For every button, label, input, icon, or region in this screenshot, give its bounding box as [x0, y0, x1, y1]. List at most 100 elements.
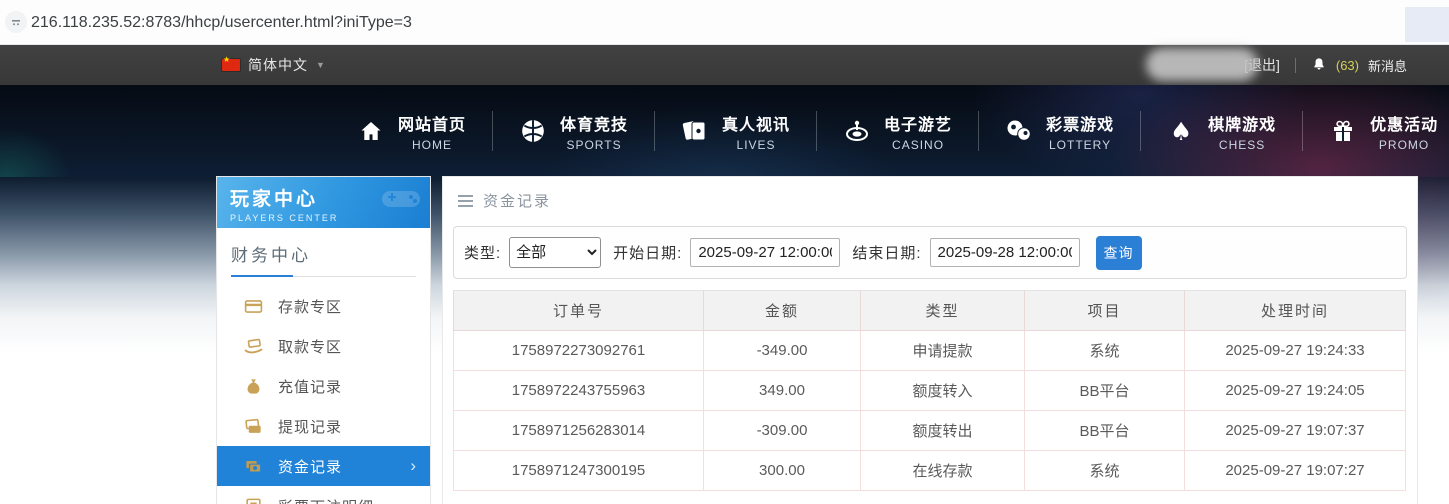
records-table-wrap: 订单号 金额 类型 项目 处理时间 1758972273092761 -349.…: [453, 290, 1407, 491]
browser-toolbar-corner: [1405, 7, 1449, 42]
sidebar-item-lottery-bet-detail[interactable]: 彩票下注明细: [217, 486, 430, 504]
type-label: 类型:: [464, 242, 501, 263]
sidebar-item-label: 取款专区: [278, 336, 342, 357]
cell-amount: 300.00: [704, 451, 861, 491]
sidebar-item-label: 充值记录: [278, 376, 342, 397]
nav-item-promo[interactable]: 优惠活动 PROMO: [1302, 111, 1449, 152]
sidebar-item-label: 存款专区: [278, 296, 342, 317]
chevron-right-icon: ›: [410, 456, 417, 476]
nav-item-lives[interactable]: 真人视讯 LIVES: [654, 111, 816, 152]
type-select[interactable]: 全部: [509, 237, 601, 268]
deposit-card-icon: [244, 297, 263, 316]
withdraw-hand-icon: [244, 337, 263, 356]
nav-label-en: HOME: [398, 138, 466, 152]
nav-item-chess[interactable]: ♠ 棋牌游戏 CHESS: [1140, 111, 1302, 152]
table-row: 1758972243755963 349.00 额度转入 BB平台 2025-0…: [454, 371, 1406, 411]
cell-order-no: 1758972273092761: [454, 331, 704, 371]
main-header: 资金记录: [443, 177, 1417, 224]
nav-item-home[interactable]: 网站首页 HOME: [330, 111, 492, 152]
cell-type: 额度转出: [861, 411, 1025, 451]
money-bag-icon: [244, 377, 263, 396]
sidebar-item-withdraw-zone[interactable]: 取款专区: [217, 326, 430, 366]
utility-bar-right: [退出] (63) 新消息: [1244, 55, 1407, 75]
nav-item-lottery[interactable]: 彩票游戏 LOTTERY: [978, 111, 1140, 152]
cell-amount: 349.00: [704, 371, 861, 411]
home-icon: [356, 117, 386, 145]
nav-label-zh: 棋牌游戏: [1208, 111, 1276, 135]
spade-icon: ♠: [1166, 117, 1196, 145]
section-underline: [231, 276, 416, 277]
cell-process-time: 2025-09-27 19:07:27: [1185, 451, 1406, 491]
search-button[interactable]: 查询: [1096, 236, 1142, 270]
main-nav: 网站首页 HOME 体育竞技 SPORTS: [0, 85, 1449, 177]
sidebar-header: 玩家中心 PLAYERS CENTER: [217, 177, 430, 228]
sidebar-section-label: 财务中心: [231, 241, 416, 266]
cell-type: 额度转入: [861, 371, 1025, 411]
col-process-time: 处理时间: [1185, 291, 1406, 331]
cash-out-icon: [244, 417, 263, 436]
language-label: 简体中文: [248, 55, 308, 75]
browser-address-bar[interactable]: 216.118.235.52:8783/hhcp/usercenter.html…: [0, 0, 1449, 45]
cell-process-time: 2025-09-27 19:07:37: [1185, 411, 1406, 451]
cell-project: 系统: [1025, 451, 1185, 491]
cell-type: 申请提款: [861, 331, 1025, 371]
nav-label-zh: 优惠活动: [1370, 111, 1438, 135]
nav-label-zh: 电子游艺: [884, 111, 952, 135]
sidebar-item-label: 资金记录: [278, 456, 342, 477]
nav-label-en: PROMO: [1370, 138, 1438, 152]
col-project: 项目: [1025, 291, 1185, 331]
main-panel: 资金记录 类型: 全部 开始日期: 结束日期: 查询 订单号 金额: [443, 177, 1417, 504]
cell-amount: -309.00: [704, 411, 861, 451]
nav-label-en: CHESS: [1208, 138, 1276, 152]
sidebar-item-deposit-zone[interactable]: 存款专区: [217, 286, 430, 326]
nav-item-sports[interactable]: 体育竞技 SPORTS: [492, 111, 654, 152]
list-icon: [458, 195, 473, 207]
cell-order-no: 1758971247300195: [454, 451, 704, 491]
filter-bar: 类型: 全部 开始日期: 结束日期: 查询: [453, 226, 1407, 279]
table-header-row: 订单号 金额 类型 项目 处理时间: [454, 291, 1406, 331]
cell-project: BB平台: [1025, 371, 1185, 411]
funds-icon: [244, 457, 263, 476]
sidebar-subtitle: PLAYERS CENTER: [230, 213, 430, 223]
sidebar-item-funds-record[interactable]: 资金记录 ›: [217, 446, 430, 486]
sidebar-item-label: 彩票下注明细: [278, 496, 374, 504]
records-table: 订单号 金额 类型 项目 处理时间 1758972273092761 -349.…: [453, 290, 1406, 491]
nav-label-en: LOTTERY: [1046, 138, 1114, 152]
nav-label-en: LIVES: [722, 138, 790, 152]
redacted-username: [1146, 48, 1258, 81]
cell-project: BB平台: [1025, 411, 1185, 451]
nav-label-zh: 网站首页: [398, 111, 466, 135]
cell-project: 系统: [1025, 331, 1185, 371]
lottery-balls-icon: [1004, 117, 1034, 145]
site-info-icon[interactable]: [5, 11, 27, 33]
bell-icon[interactable]: [1311, 57, 1327, 73]
sports-ball-icon: [518, 117, 548, 145]
cell-order-no: 1758972243755963: [454, 371, 704, 411]
chevron-down-icon: ▼: [316, 60, 325, 70]
col-order-no: 订单号: [454, 291, 704, 331]
nav-label-en: SPORTS: [560, 138, 628, 152]
cell-process-time: 2025-09-27 19:24:05: [1185, 371, 1406, 411]
end-date-label: 结束日期:: [852, 242, 921, 263]
col-type: 类型: [861, 291, 1025, 331]
divider: [1295, 58, 1296, 73]
sidebar-menu: 存款专区 取款专区 充值记录 提现记录: [217, 286, 430, 504]
nav-label-en: CASINO: [884, 138, 952, 152]
table-row: 1758971256283014 -309.00 额度转出 BB平台 2025-…: [454, 411, 1406, 451]
end-date-input[interactable]: [930, 238, 1080, 267]
start-date-label: 开始日期:: [613, 242, 682, 263]
cell-process-time: 2025-09-27 19:24:33: [1185, 331, 1406, 371]
page: 216.118.235.52:8783/hhcp/usercenter.html…: [0, 0, 1449, 504]
message-count[interactable]: (63): [1336, 58, 1359, 73]
messages-link[interactable]: 新消息: [1368, 56, 1407, 75]
table-row: 1758972273092761 -349.00 申请提款 系统 2025-09…: [454, 331, 1406, 371]
page-title: 资金记录: [483, 190, 551, 211]
sidebar-item-label: 提现记录: [278, 416, 342, 437]
table-row: 1758971247300195 300.00 在线存款 系统 2025-09-…: [454, 451, 1406, 491]
nav-item-casino[interactable]: 电子游艺 CASINO: [816, 111, 978, 152]
start-date-input[interactable]: [690, 238, 840, 267]
sidebar-item-withdrawal-record[interactable]: 提现记录: [217, 406, 430, 446]
url-text[interactable]: 216.118.235.52:8783/hhcp/usercenter.html…: [31, 0, 412, 45]
language-selector[interactable]: 简体中文 ▼: [222, 55, 325, 75]
sidebar-item-recharge-record[interactable]: 充值记录: [217, 366, 430, 406]
